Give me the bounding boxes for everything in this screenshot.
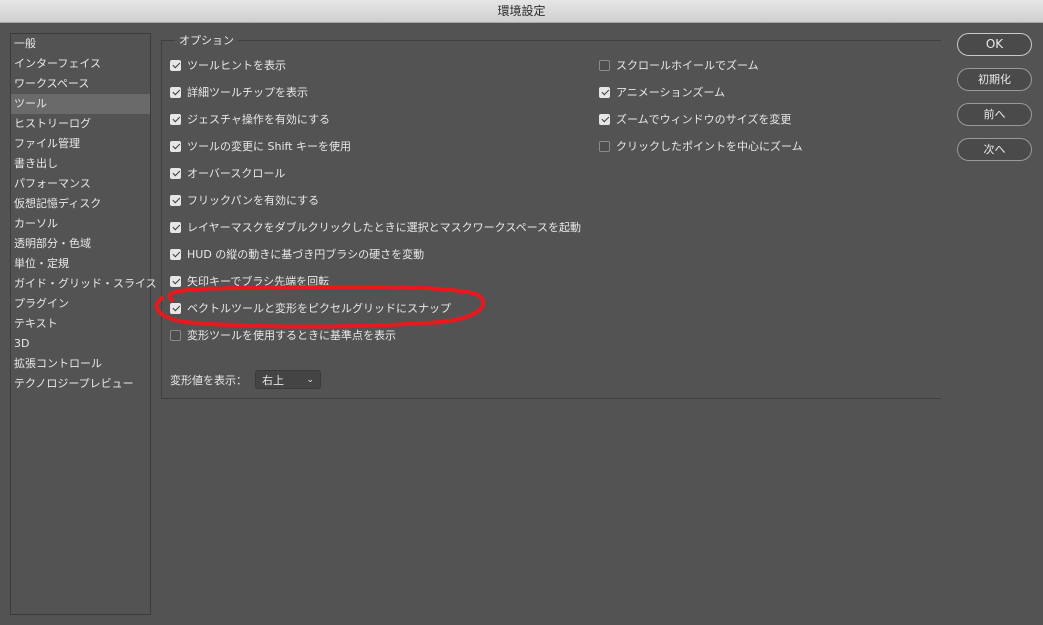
prev-button[interactable]: 前へ <box>957 103 1032 126</box>
option-checkbox-row[interactable]: ジェスチャ操作を有効にする <box>170 110 330 128</box>
transform-display-value: 右上 <box>262 373 284 387</box>
checkbox-checked-icon[interactable] <box>170 221 181 233</box>
checkbox-unchecked-icon[interactable] <box>599 59 610 71</box>
sidebar-item[interactable]: 拡張コントロール <box>11 354 150 374</box>
option-label: ズームでウィンドウのサイズを変更 <box>616 113 792 126</box>
option-label: フリックパンを有効にする <box>187 194 320 207</box>
checkbox-checked-icon[interactable] <box>170 140 181 152</box>
transform-display-label: 変形値を表示： <box>170 373 247 387</box>
window-title-bar: 環境設定 <box>0 0 1043 23</box>
sidebar-item[interactable]: ファイル管理 <box>11 134 150 154</box>
checkbox-checked-icon[interactable] <box>170 113 181 125</box>
option-checkbox-row[interactable]: クリックしたポイントを中心にズーム <box>599 137 803 155</box>
checkbox-checked-icon[interactable] <box>170 86 181 98</box>
sidebar-item[interactable]: ヒストリーログ <box>11 114 150 134</box>
sidebar-item[interactable]: 書き出し <box>11 154 150 174</box>
option-checkbox-row[interactable]: アニメーションズーム <box>599 83 725 101</box>
option-checkbox-row[interactable]: ツールヒントを表示 <box>170 56 286 74</box>
sidebar-item[interactable]: 単位・定規 <box>11 254 150 274</box>
sidebar-item[interactable]: ガイド・グリッド・スライス <box>11 274 157 294</box>
checkbox-checked-icon[interactable] <box>170 194 181 206</box>
option-label: レイヤーマスクをダブルクリックしたときに選択とマスクワークスペースを起動 <box>187 221 582 234</box>
checkbox-checked-icon[interactable] <box>170 167 181 179</box>
sidebar-item[interactable]: プラグイン <box>11 294 150 314</box>
option-label: ツールヒントを表示 <box>187 59 286 72</box>
option-label: ベクトルツールと変形をピクセルグリッドにスナップ <box>187 302 451 315</box>
sidebar-item[interactable]: 仮想記憶ディスク <box>11 194 150 214</box>
sidebar-item[interactable]: カーソル <box>11 214 150 234</box>
sidebar-item[interactable]: ツール <box>11 94 150 114</box>
checkbox-unchecked-icon[interactable] <box>170 329 181 341</box>
ok-button[interactable]: OK <box>957 33 1032 56</box>
option-checkbox-row[interactable]: 矢印キーでブラシ先端を回転 <box>170 272 329 290</box>
checkbox-checked-icon[interactable] <box>170 248 181 260</box>
option-checkbox-row[interactable]: 詳細ツールチップを表示 <box>170 83 308 101</box>
option-label: アニメーションズーム <box>616 86 726 99</box>
option-label: HUD の縦の動きに基づき円ブラシの硬さを変動 <box>187 248 425 261</box>
checkbox-checked-icon[interactable] <box>170 302 181 314</box>
sidebar-item[interactable]: 透明部分・色域 <box>11 234 150 254</box>
sidebar-item[interactable]: テキスト <box>11 314 150 334</box>
window-title: 環境設定 <box>497 4 546 18</box>
chevron-down-icon: ⌄ <box>306 374 314 385</box>
checkbox-checked-icon[interactable] <box>599 113 610 125</box>
option-label: スクロールホイールでズーム <box>616 59 759 72</box>
transform-display-row: 変形値を表示： 右上 ⌄ <box>170 370 321 389</box>
option-checkbox-row[interactable]: HUD の縦の動きに基づき円ブラシの硬さを変動 <box>170 245 424 263</box>
option-checkbox-row[interactable]: ツールの変更に Shift キーを使用 <box>170 137 351 155</box>
sidebar-item[interactable]: パフォーマンス <box>11 174 150 194</box>
option-label: 変形ツールを使用するときに基準点を表示 <box>187 329 396 342</box>
option-checkbox-row[interactable]: 変形ツールを使用するときに基準点を表示 <box>170 326 396 344</box>
reset-button[interactable]: 初期化 <box>957 68 1032 91</box>
transform-display-select[interactable]: 右上 ⌄ <box>255 370 321 389</box>
option-label: ツールの変更に Shift キーを使用 <box>187 140 351 153</box>
option-label: 矢印キーでブラシ先端を回転 <box>187 275 330 288</box>
checkbox-checked-icon[interactable] <box>170 59 181 71</box>
checkbox-checked-icon[interactable] <box>599 86 610 98</box>
checkbox-checked-icon[interactable] <box>170 275 181 287</box>
option-checkbox-row[interactable]: フリックパンを有効にする <box>170 191 319 209</box>
option-label: 詳細ツールチップを表示 <box>187 86 308 99</box>
option-checkbox-row[interactable]: レイヤーマスクをダブルクリックしたときに選択とマスクワークスペースを起動 <box>170 218 581 236</box>
sidebar-item[interactable]: ワークスペース <box>11 74 150 94</box>
options-panel: オプション 変形値を表示： 右上 ⌄ ツールヒントを表示詳細ツールチップを表示ジ… <box>161 32 941 399</box>
option-label: クリックしたポイントを中心にズーム <box>616 140 803 153</box>
option-checkbox-row[interactable]: スクロールホイールでズーム <box>599 56 759 74</box>
next-button[interactable]: 次へ <box>957 138 1032 161</box>
checkbox-unchecked-icon[interactable] <box>599 140 610 152</box>
sidebar-item[interactable]: テクノロジープレビュー <box>11 374 150 394</box>
sidebar-item[interactable]: 一般 <box>11 34 150 54</box>
option-checkbox-row[interactable]: オーバースクロール <box>170 164 285 182</box>
option-checkbox-row[interactable]: ズームでウィンドウのサイズを変更 <box>599 110 791 128</box>
options-group-label: オプション <box>175 32 238 48</box>
option-label: ジェスチャ操作を有効にする <box>187 113 330 126</box>
option-checkbox-row[interactable]: ベクトルツールと変形をピクセルグリッドにスナップ <box>170 299 451 317</box>
sidebar-item[interactable]: 3D <box>11 334 150 354</box>
option-label: オーバースクロール <box>187 167 286 180</box>
preferences-sidebar: 一般 インターフェイス ワークスペース ツール ヒストリーログ ファイル管理 書き出し パフォ… <box>10 33 157 615</box>
sidebar-item[interactable]: インターフェイス <box>11 54 150 74</box>
